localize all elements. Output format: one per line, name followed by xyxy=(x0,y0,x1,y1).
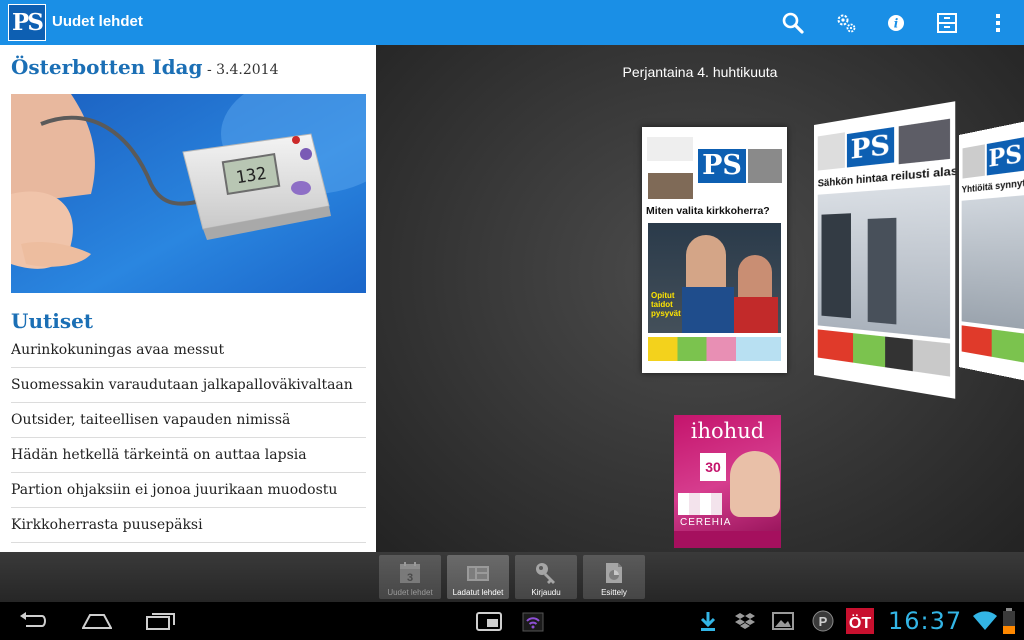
ad-brand: CEREHIA xyxy=(680,517,731,528)
search-icon[interactable] xyxy=(778,8,808,38)
dropbox-icon xyxy=(734,611,756,631)
downloaded-icon xyxy=(465,560,491,586)
back-icon[interactable] xyxy=(18,612,48,630)
paper-date: - 3.4.2014 xyxy=(203,62,279,78)
paper-heading: Österbotten Idag - 3.4.2014 xyxy=(11,55,278,79)
intro-icon xyxy=(601,560,627,586)
cover-masthead: PS xyxy=(847,127,894,167)
new-issues-label: Uudet lehdet xyxy=(379,588,441,597)
new-issues-button[interactable]: 3 Uudet lehdet xyxy=(379,555,441,599)
cover-subhead: Opitut taidot pysyvät xyxy=(651,291,691,318)
settings-icon[interactable] xyxy=(831,8,861,38)
downloaded-issues-button[interactable]: Ladatut lehdet xyxy=(447,555,509,599)
download-icon xyxy=(698,610,718,632)
login-button[interactable]: Kirjaudu xyxy=(515,555,577,599)
info-icon[interactable]: i xyxy=(881,8,911,38)
article-panel: Österbotten Idag - 3.4.2014 132 Uutiset … xyxy=(0,45,376,552)
issue-date-heading: Perjantaina 4. huhtikuuta xyxy=(376,64,1024,80)
cover-headline: Yhtiöitä synnytel xyxy=(962,176,1024,195)
news-item[interactable]: Kirkkoherrasta puusepäksi xyxy=(11,508,366,543)
archive-icon[interactable] xyxy=(932,8,962,38)
screen-toggle-icon[interactable] xyxy=(476,612,502,632)
app-logo[interactable]: PS xyxy=(8,4,46,41)
wireless-icon[interactable] xyxy=(522,612,544,632)
cover-masthead: PS xyxy=(987,137,1024,175)
svg-text:P: P xyxy=(819,614,828,629)
issue-carousel: Perjantaina 4. huhtikuuta PS Miten valit… xyxy=(376,45,1024,552)
wifi-icon xyxy=(972,611,998,631)
section-title: Uutiset xyxy=(11,309,93,333)
intro-button[interactable]: Esittely xyxy=(583,555,645,599)
issue-cover[interactable]: PS Yhtiöitä synnytel xyxy=(959,121,1024,382)
calendar-icon: 3 xyxy=(397,560,423,586)
system-bar: P ÖT 16:37 xyxy=(0,602,1024,640)
downloaded-issues-label: Ladatut lehdet xyxy=(447,588,509,597)
ad-title: ihohud xyxy=(674,419,781,443)
recent-apps-icon[interactable] xyxy=(146,612,176,630)
battery-icon xyxy=(1002,607,1016,635)
home-icon[interactable] xyxy=(82,613,112,629)
paper-name[interactable]: Österbotten Idag xyxy=(11,55,203,79)
news-item[interactable]: Suomessakin varaudutaan jalkapalloväkiva… xyxy=(11,368,366,403)
news-item[interactable]: Aurinkokuningas avaa messut xyxy=(11,333,366,368)
news-item[interactable]: Outsider, taiteellisen vapauden nimissä xyxy=(11,403,366,438)
news-item[interactable]: Partion ohjaksiin ei jonoa juurikaan muo… xyxy=(11,473,366,508)
login-label: Kirjaudu xyxy=(515,588,577,597)
magazine-cover-ad[interactable]: ihohud 30 CEREHIA xyxy=(674,415,781,548)
cover-masthead: PS xyxy=(698,149,746,183)
bottom-toolbar: 3 Uudet lehdet Ladatut lehdet Kirjaudu E… xyxy=(0,552,1024,602)
issue-cover-main[interactable]: PS Miten valita kirkkoherra? Opitut taid… xyxy=(642,127,787,373)
svg-text:i: i xyxy=(894,17,899,31)
ot-app-icon: ÖT xyxy=(846,608,874,634)
news-item[interactable]: Hädän hetkellä tärkeintä on auttaa lapsi… xyxy=(11,438,366,473)
app-title: Uudet lehdet xyxy=(52,13,143,30)
parking-icon: P xyxy=(812,610,834,632)
key-icon xyxy=(533,560,559,586)
calendar-badge: 3 xyxy=(407,572,413,584)
svg-text:ÖT: ÖT xyxy=(849,613,871,632)
gallery-icon xyxy=(772,611,794,631)
ad-badge: 30 xyxy=(700,459,726,475)
overflow-menu-icon[interactable] xyxy=(983,8,1013,38)
news-list: Aurinkokuningas avaa messut Suomessakin … xyxy=(11,333,366,543)
cover-headline: Miten valita kirkkoherra? xyxy=(646,205,770,217)
issue-cover[interactable]: PS Sähkön hintaa reilusti alas xyxy=(814,101,955,399)
action-bar: PS Uudet lehdet i xyxy=(0,0,1024,45)
intro-label: Esittely xyxy=(583,588,645,597)
status-clock: 16:37 xyxy=(888,607,962,635)
hero-image[interactable]: 132 xyxy=(11,94,366,293)
